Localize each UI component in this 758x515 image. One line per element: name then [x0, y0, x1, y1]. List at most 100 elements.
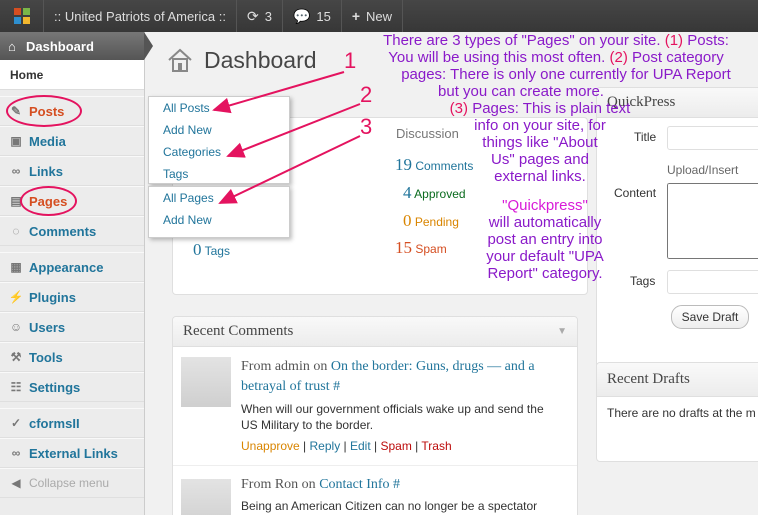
submenu-home[interactable]: Home [0, 60, 144, 90]
recent-drafts-box: Recent Drafts There are no drafts at the… [596, 362, 758, 462]
comment-post-link[interactable]: Contact Info # [319, 477, 400, 492]
menu-users-label: Users [29, 319, 66, 335]
plus-icon: + [351, 8, 361, 24]
menu-appearance-label: Appearance [29, 259, 104, 275]
reply-link[interactable]: Reply [310, 439, 341, 453]
annotation-line: external links. [494, 168, 586, 185]
collapse-menu-button[interactable]: ◀ Collapse menu [0, 468, 144, 498]
comment-excerpt: When will our government officials wake … [241, 402, 544, 432]
tags-label: Tags [204, 244, 230, 258]
flyout-add-new-post[interactable]: Add New [149, 119, 289, 141]
menu-cforms[interactable]: ✓ cformsII [0, 408, 144, 438]
quickpress-title-input[interactable] [667, 126, 758, 150]
pencil-icon: ✓ [10, 416, 22, 430]
updates-link[interactable]: ⟳ 3 [237, 0, 283, 32]
annotation-number: (2) [609, 49, 628, 66]
tags-count-row[interactable]: 0 Tags [193, 240, 230, 260]
pending-count-row[interactable]: 0 Pending [403, 211, 459, 231]
menu-comments-label: Comments [29, 223, 97, 239]
comments-link[interactable]: 💬 15 [283, 0, 342, 32]
admin-bar: :: United Patriots of America :: ⟳ 3 💬 15 … [0, 0, 758, 32]
flyout-tags[interactable]: Tags [149, 163, 289, 185]
annotation-line: "Quickpress" [502, 197, 588, 214]
menu-external-links[interactable]: ∞ External Links [0, 438, 144, 468]
spam-count-row[interactable]: 15 Spam [395, 238, 447, 258]
flyout-add-new-page[interactable]: Add New [149, 209, 289, 231]
posts-highlight-oval [6, 95, 82, 127]
annotation-block: There are 3 types of "Pages" on your sit… [360, 32, 752, 100]
annotation-line: Post category [632, 49, 724, 66]
flyout-categories[interactable]: Categories [149, 141, 289, 163]
annotation-line: info on your site, for [474, 117, 606, 134]
wordpress-logo-icon[interactable] [0, 0, 44, 32]
annotation-line: things like "About [482, 134, 598, 151]
flyout-all-posts[interactable]: All Posts [149, 97, 289, 119]
menu-users[interactable]: ☺ Users [0, 312, 144, 342]
avatar [181, 357, 231, 407]
annotation-line: post an entry into [487, 231, 603, 248]
new-content-link[interactable]: + New [342, 0, 404, 32]
quickpress-content-textarea[interactable] [667, 183, 758, 259]
approved-count-row[interactable]: 4 Approved [403, 183, 466, 203]
trash-link[interactable]: Trash [421, 439, 451, 453]
external-link-icon: ∞ [11, 446, 21, 460]
annotation-line: Us" pages and [491, 151, 589, 168]
save-draft-button[interactable]: Save Draft [671, 305, 749, 329]
annotation-number: (3) [449, 100, 469, 117]
save-draft-label: Save Draft [681, 310, 739, 324]
unapprove-link[interactable]: Unapprove [241, 439, 300, 453]
recent-drafts-empty: There are no drafts at the m [607, 406, 756, 420]
approved-count: 4 [403, 183, 412, 202]
flyout-all-pages[interactable]: All Pages [149, 187, 289, 209]
toggle-arrow-icon[interactable]: ▼ [557, 326, 567, 337]
new-label: New [366, 8, 393, 24]
tags-count: 0 [193, 240, 202, 259]
edit-link[interactable]: Edit [350, 439, 371, 453]
menu-plugins-label: Plugins [29, 289, 76, 305]
menu-tools-label: Tools [29, 349, 63, 365]
menu-settings[interactable]: ☷ Settings [0, 372, 144, 402]
annotation-line: but you can create more. [438, 83, 604, 100]
posts-flyout-menu: All Posts Add New Categories Tags [148, 96, 290, 184]
menu-comments[interactable]: ◌ Comments [0, 216, 144, 246]
annotation-line: There are 3 types of "Pages" on your sit… [383, 32, 661, 49]
spam-count: 15 [395, 238, 412, 257]
annotation-number: (1) [664, 32, 684, 49]
plug-icon: ⚡ [8, 290, 24, 304]
annotation-line: pages: There is only one currently for U… [401, 66, 731, 83]
comment-bubble-icon: ◌ [12, 224, 20, 238]
annotation-line: Posts: [687, 32, 729, 49]
menu-appearance[interactable]: ▦ Appearance [0, 252, 144, 282]
menu-dashboard[interactable]: ⌂ Dashboard [0, 32, 153, 60]
avatar [181, 479, 231, 515]
users-icon: ☺ [9, 320, 23, 334]
speech-bubble-icon: 💬 [292, 7, 311, 24]
pages-highlight-oval [20, 186, 77, 216]
upload-insert-label[interactable]: Upload/Insert [667, 163, 738, 177]
site-title-link[interactable]: :: United Patriots of America :: [44, 0, 237, 32]
page-heading: Dashboard [166, 46, 317, 74]
menu-dashboard-label: Dashboard [26, 38, 94, 54]
recent-comments-title-text: Recent Comments [183, 323, 294, 339]
comment-meta: From Ron on Contact Info # [241, 477, 400, 493]
spam-link[interactable]: Spam [380, 439, 411, 453]
annotation-pages-block: (3) Pages: This is plain text info on yo… [440, 100, 640, 185]
menu-tools[interactable]: ⚒ Tools [0, 342, 144, 372]
refresh-icon: ⟳ [246, 7, 259, 24]
comment-meta: From admin on On the border: Guns, drugs… [241, 357, 561, 397]
menu-plugins[interactable]: ⚡ Plugins [0, 282, 144, 312]
site-title: :: United Patriots of America :: [54, 8, 226, 24]
dashboard-icon: ⌂ [8, 38, 16, 54]
annotation-line: will automatically [488, 214, 602, 231]
quickpress-tags-label: Tags [630, 274, 656, 288]
recent-drafts-title-text: Recent Drafts [607, 371, 690, 387]
quickpress-tags-input[interactable] [667, 270, 758, 294]
menu-media[interactable]: ▣ Media [0, 126, 144, 156]
comment-author: From Ron on [241, 477, 316, 492]
comment-author: From admin on [241, 359, 328, 374]
appearance-icon: ▦ [10, 260, 22, 274]
quickpress-content-label: Content [614, 186, 657, 200]
page-title: Dashboard [204, 46, 317, 73]
menu-links[interactable]: ∞ Links [0, 156, 144, 186]
comment-actions: Unapprove | Reply | Edit | Spam | Trash [241, 439, 452, 453]
